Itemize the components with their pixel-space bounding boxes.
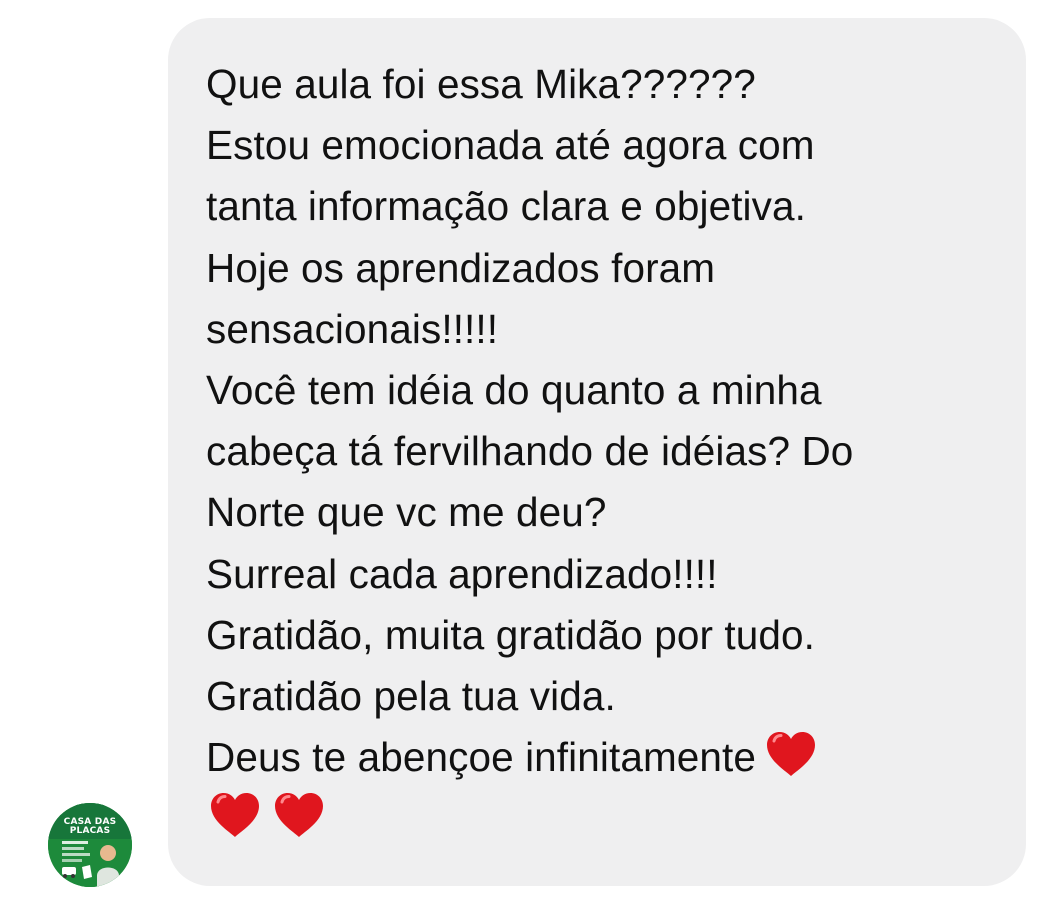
message-line: Estou emocionada até agora com xyxy=(206,122,815,169)
heart-emoji-icon xyxy=(272,790,326,840)
message-line-with-heart: Deus te abençoe infinitamente xyxy=(206,727,996,788)
hearts-line xyxy=(206,788,996,849)
avatar[interactable]: CASA DAS PLACAS xyxy=(48,803,132,887)
message-line: Gratidão pela tua vida. xyxy=(206,673,616,720)
message-line: Que aula foi essa Mika?????? xyxy=(206,61,756,107)
message-line: sensacionais!!!!! xyxy=(206,305,499,352)
message-line: Norte que vc me deu? xyxy=(206,489,607,536)
message-bubble[interactable]: Que aula foi essa Mika?????? Estou emoci… xyxy=(168,18,1026,886)
message-line: Gratidão, muita gratidão por tudo. xyxy=(206,611,816,658)
avatar-logo-icon xyxy=(48,803,132,887)
heart-emoji-icon xyxy=(208,790,262,840)
avatar-logo-line: PLACAS xyxy=(69,826,111,836)
message-line: Hoje os aprendizados foram xyxy=(206,244,716,291)
chat-screen: Que aula foi essa Mika?????? Estou emoci… xyxy=(0,0,1047,903)
message-line: tanta informação clara e objetiva. xyxy=(206,183,806,230)
message-line: Você tem idéia do quanto a minha xyxy=(206,367,822,414)
message-text: Que aula foi essa Mika?????? Estou emoci… xyxy=(206,54,996,850)
message-line: Deus te abençoe infinitamente xyxy=(206,734,757,781)
message-line: Surreal cada aprendizado!!!! xyxy=(206,550,718,597)
message-line: cabeça tá fervilhando de idéias? Do xyxy=(206,428,854,475)
heart-emoji-icon xyxy=(764,729,818,779)
